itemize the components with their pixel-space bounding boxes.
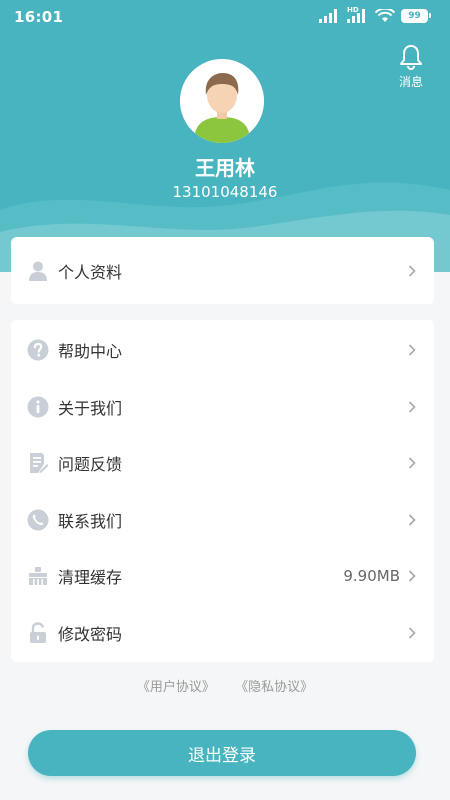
lock-icon: [27, 622, 49, 644]
menu-item-cache[interactable]: 清理缓存 9.90MB: [11, 548, 434, 605]
menu-item-feedback[interactable]: 问题反馈: [11, 435, 434, 492]
chevron-right-icon: [408, 627, 416, 639]
bell-icon: [400, 45, 422, 70]
menu-item-label: 个人资料: [58, 262, 123, 282]
feedback-icon: [27, 452, 49, 474]
battery-level: 99: [408, 11, 421, 21]
info-icon: [27, 396, 49, 418]
hd-signal-icon: HD: [347, 6, 369, 23]
user-icon: [27, 260, 49, 282]
user-phone: 13101048146: [172, 183, 278, 201]
phone-icon: [27, 509, 49, 531]
agreement-links: 《用户协议》 《隐私协议》: [0, 676, 450, 695]
menu-item-about[interactable]: 关于我们: [11, 379, 434, 436]
chevron-right-icon: [408, 264, 416, 277]
menu-item-password[interactable]: 修改密码: [11, 605, 434, 662]
profile-card: 个人资料: [11, 237, 434, 304]
broom-icon: [27, 565, 49, 587]
logout-button[interactable]: 退出登录: [28, 730, 416, 776]
menu-item-label: 关于我们: [58, 398, 123, 418]
menu-item-contact[interactable]: 联系我们: [11, 492, 434, 549]
status-time: 16:01: [14, 8, 64, 26]
menu-item-help[interactable]: 帮助中心: [11, 322, 434, 379]
avatar-image: [180, 59, 264, 143]
status-bar: 16:01 HD 99: [0, 0, 450, 36]
privacy-agreement-link[interactable]: 《隐私协议》: [235, 680, 313, 695]
chevron-right-icon: [408, 570, 416, 582]
menu-item-label: 问题反馈: [58, 455, 123, 475]
chevron-right-icon: [408, 401, 416, 413]
message-label: 消息: [398, 75, 423, 89]
chevron-right-icon: [408, 344, 416, 356]
cache-size: 9.90MB: [343, 567, 400, 586]
cellular-signal-icon: [319, 9, 337, 23]
help-icon: [27, 339, 49, 361]
menu-item-label: 帮助中心: [58, 342, 123, 362]
status-icons: HD 99: [319, 6, 431, 23]
menu-item-label: 修改密码: [58, 624, 123, 644]
user-name: 王用林: [195, 156, 255, 180]
menu-item-profile[interactable]: 个人资料: [11, 237, 434, 304]
wifi-icon: [375, 9, 395, 22]
menu-item-label: 联系我们: [58, 511, 123, 531]
chevron-right-icon: [408, 457, 416, 469]
chevron-right-icon: [408, 514, 416, 526]
battery-icon: 99: [401, 9, 431, 23]
menu-item-label: 清理缓存: [58, 568, 123, 588]
settings-card: 帮助中心 关于我们 问题反馈 联系我们 清理缓存 9.90MB 修改密码: [11, 320, 434, 662]
user-agreement-link[interactable]: 《用户协议》: [137, 680, 215, 695]
avatar[interactable]: [180, 59, 264, 143]
message-button[interactable]: 消息: [396, 44, 426, 90]
